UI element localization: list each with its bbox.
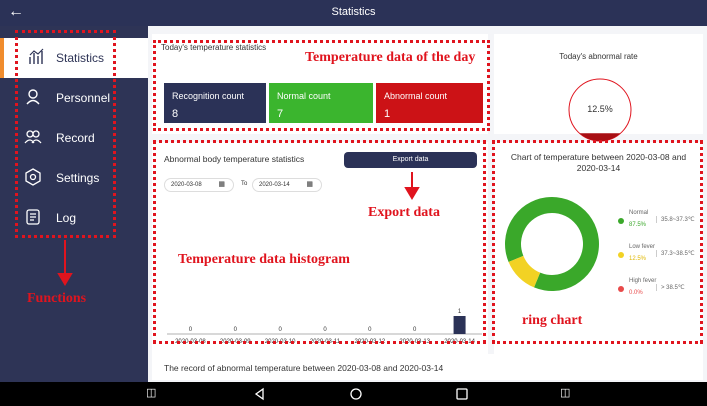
back-nav-icon[interactable] [252,386,268,402]
home-nav-icon[interactable] [348,386,364,402]
system-nav-bar: ◫ ◫ [0,382,707,406]
annotation-arrows [57,172,420,286]
arrow-export-head [404,187,420,200]
volume-down-icon[interactable]: ◫ [146,386,162,402]
arrow-functions-head [57,273,73,286]
volume-up-icon[interactable]: ◫ [560,386,576,402]
recents-nav-icon[interactable] [454,386,470,402]
